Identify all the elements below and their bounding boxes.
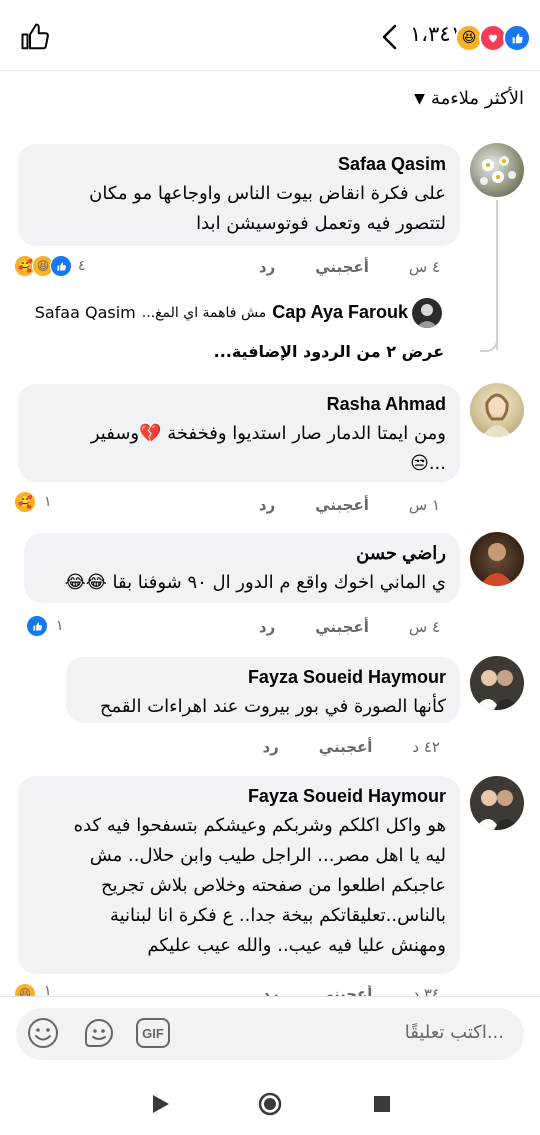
reply-button[interactable]: رد	[262, 738, 278, 756]
reply-mention: Safaa Qasim	[34, 303, 136, 322]
comment-reactions[interactable]: ١	[26, 615, 64, 637]
comment-time: ١ س	[408, 496, 440, 514]
reply-button[interactable]: رد	[262, 985, 278, 996]
avatar[interactable]	[470, 532, 524, 586]
comment-reactions[interactable]: 🥰 ١	[14, 491, 52, 513]
comment-text-line: كأنها الصورة في بور بيروت عند اهراءات ال…	[99, 696, 446, 717]
comment-text-line: ومن ايمتا الدمار صار استديوا وفخفخة 💔وسف…	[90, 423, 446, 444]
reaction-count: ٤	[78, 258, 86, 274]
like-button[interactable]: أعجبني	[319, 738, 373, 756]
chevron-left-icon[interactable]	[380, 24, 400, 50]
comment-author[interactable]: Fayza Soueid Haymour	[80, 667, 446, 688]
comment-bubble[interactable]: Fayza Soueid Haymour كأنها الصورة في بور…	[66, 657, 460, 723]
thread-connector	[480, 312, 498, 352]
avatar[interactable]	[470, 656, 524, 710]
comment-time: ٣٤ د	[412, 985, 440, 996]
comment-author[interactable]: Rasha Ahmad	[32, 394, 446, 415]
comment-time: ٤ س	[408, 258, 440, 276]
sort-label: الأكثر ملاءمة	[430, 88, 524, 109]
comment-reactions[interactable]: 😆 ١	[14, 983, 52, 996]
comment-actions: ١ س أعجبني رد	[259, 496, 440, 514]
haha-icon: 😆	[14, 983, 36, 996]
home-circle-icon[interactable]	[258, 1092, 282, 1116]
comment-bubble[interactable]: Safaa Qasim على فكرة انقاض بيوت الناس وا…	[18, 144, 460, 246]
comment-author[interactable]: Safaa Qasim	[32, 154, 446, 175]
reply-text: مش فاهمة اي المغ...	[141, 304, 267, 321]
comment-actions: ٤٢ د أعجبني رد	[262, 738, 440, 756]
comment-actions: ٤ س أعجبني رد	[259, 258, 440, 276]
like-button[interactable]: أعجبني	[315, 496, 369, 514]
stop-square-icon[interactable]	[370, 1092, 394, 1116]
comment-author[interactable]: راضي حسن	[38, 543, 446, 564]
comment-text-line: لتتصور فيه وتعمل فوتوسيشن ابدا	[196, 213, 446, 234]
avatar[interactable]	[470, 143, 524, 197]
reaction-summary[interactable]: 😆	[455, 24, 531, 52]
sticker-icon[interactable]	[82, 1016, 116, 1050]
comment-text-line: هو واكل اكلكم وشربكم وعيشكم بتسفحوا فيه …	[73, 815, 446, 836]
reply-preview[interactable]: Safaa Qasim مش فاهمة اي المغ... Cap Aya …	[20, 302, 408, 323]
system-nav-bar	[0, 1070, 540, 1135]
comment-bubble[interactable]: Rasha Ahmad ومن ايمتا الدمار صار استديوا…	[18, 384, 460, 482]
sort-dropdown[interactable]: ▼ الأكثر ملاءمة	[414, 88, 524, 109]
comment-reactions[interactable]: 🥰 😆 ٤	[14, 255, 86, 277]
avatar[interactable]	[470, 383, 524, 437]
comment-time: ٤ س	[408, 618, 440, 636]
emoji-icon[interactable]	[26, 1016, 60, 1050]
reply-author: Cap Aya Farouk	[272, 302, 408, 322]
like-outline-icon[interactable]	[20, 22, 50, 52]
like-icon	[503, 24, 531, 52]
comment-text-line: على فكرة انقاض بيوت الناس واوجاعها مو مك…	[89, 183, 446, 204]
comment-text-line: بالناس..تعليقاتكم بيخة جدا.. ع فكرة انا …	[109, 905, 446, 926]
reply-button[interactable]: رد	[259, 496, 275, 514]
reply-button[interactable]: رد	[259, 258, 275, 276]
care-icon: 🥰	[14, 491, 36, 513]
comment-text-line: ومهنش عليا فيه عيب.. والله عيب عليكم	[147, 935, 446, 956]
comment-actions: ٣٤ د أعجبني رد	[262, 985, 440, 996]
gif-icon[interactable]: GIF	[136, 1018, 170, 1048]
comment-text-line: ليه يا اهل مصر... الراجل طيب وابن حلال..…	[89, 845, 446, 866]
comment-text-line: عاجبكم اطلعوا من صفحته وخلاص بلاش تجريح	[101, 875, 446, 896]
like-button[interactable]: أعجبني	[315, 618, 369, 636]
reaction-count: ١	[44, 983, 52, 996]
comment-placeholder: اكتب تعليقًا...	[404, 1022, 504, 1043]
avatar[interactable]	[412, 298, 442, 328]
like-icon	[50, 255, 72, 277]
comment-actions: ٤ س أعجبني رد	[259, 618, 440, 636]
comment-bubble[interactable]: راضي حسن ي الماني اخوك واقع م الدور ال ٩…	[24, 533, 460, 603]
top-bar: ١،٣٤١ 😆	[0, 0, 540, 71]
comment-time: ٤٢ د	[412, 738, 440, 756]
comment-text-line: ي الماني اخوك واقع م الدور ال ٩٠ شوفنا ب…	[64, 572, 446, 593]
comment-bubble[interactable]: Fayza Soueid Haymour هو واكل اكلكم وشربك…	[18, 776, 460, 974]
reaction-count: ١	[44, 494, 52, 510]
reaction-count: ١	[56, 618, 64, 634]
play-icon[interactable]	[148, 1092, 172, 1116]
like-icon	[26, 615, 48, 637]
comment-author[interactable]: Fayza Soueid Haymour	[32, 786, 446, 807]
avatar[interactable]	[470, 776, 524, 830]
comment-text-line: ...😒	[410, 453, 446, 474]
chevron-down-icon: ▼	[414, 90, 425, 107]
view-more-replies[interactable]: عرض ٢ من الردود الإضافية...	[214, 342, 444, 361]
comment-input[interactable]: GIF اكتب تعليقًا...	[16, 1008, 524, 1060]
comment-composer: GIF اكتب تعليقًا...	[0, 996, 540, 1071]
reply-button[interactable]: رد	[259, 618, 275, 636]
like-button[interactable]: أعجبني	[315, 258, 369, 276]
like-button[interactable]: أعجبني	[319, 985, 373, 996]
